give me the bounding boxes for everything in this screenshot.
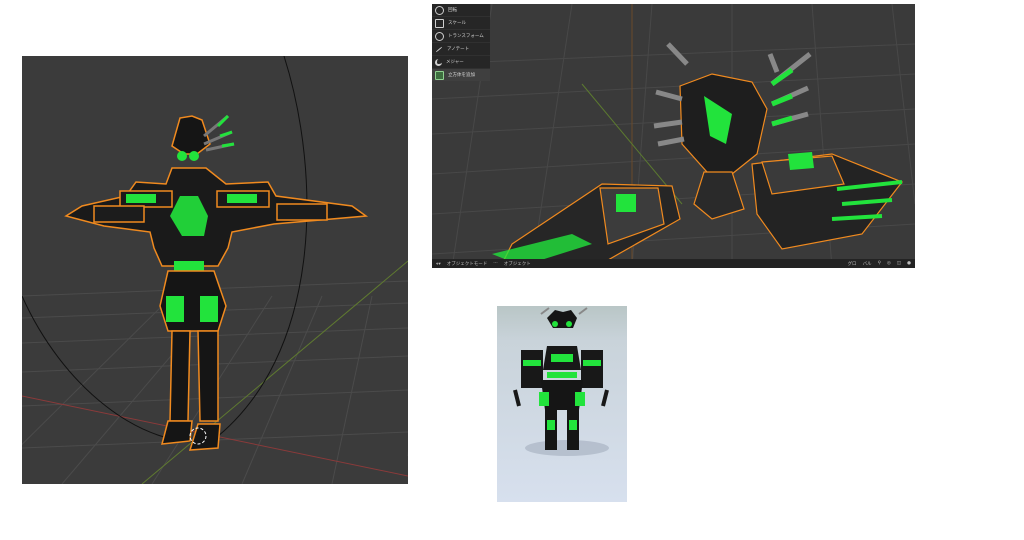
tool-palette: 回転 スケール トランスフォーム アノテート メジャー 立方体を追加	[432, 4, 490, 81]
tool-label: メジャー	[446, 60, 464, 65]
tool-scale[interactable]: スケール	[432, 16, 490, 29]
tool-rotate[interactable]: 回転	[432, 4, 490, 16]
pivot-selector[interactable]: グロ	[848, 261, 857, 267]
tool-label: アノテート	[447, 47, 470, 52]
view-menu[interactable]: ⋯	[493, 261, 498, 266]
shading-icon[interactable]: ●	[907, 261, 911, 266]
object-menu[interactable]: オブジェクト	[504, 261, 531, 267]
right-viewport-canvas	[432, 4, 915, 268]
robot-model-left[interactable]	[64, 114, 369, 451]
annotate-icon	[435, 46, 443, 52]
pivot-selector-short[interactable]: バル	[863, 261, 872, 267]
tool-annotate[interactable]: アノテート	[432, 42, 490, 55]
rotate-icon	[435, 5, 444, 15]
viewport-header-bar: ⌖▾ オブジェクトモード ⋯ オブジェクト グロ バル ⚲ ◎ ◫ ●	[432, 259, 915, 268]
tool-label: 回転	[448, 8, 457, 13]
render-preview-image	[497, 306, 627, 502]
measure-icon	[435, 58, 442, 66]
add-cube-icon	[435, 70, 444, 80]
tool-label: 立方体を追加	[448, 73, 475, 78]
tool-label: トランスフォーム	[448, 34, 484, 39]
proportional-edit-icon[interactable]: ◎	[887, 261, 891, 266]
tool-add-cube[interactable]: 立方体を追加	[432, 68, 490, 81]
left-viewport-canvas	[22, 56, 408, 484]
right-3d-viewport[interactable]: 回転 スケール トランスフォーム アノテート メジャー 立方体を追加 ⌖▾ オブ…	[432, 4, 915, 268]
transform-icon	[435, 31, 444, 41]
tool-measure[interactable]: メジャー	[432, 55, 490, 68]
tool-transform[interactable]: トランスフォーム	[432, 29, 490, 42]
mode-selector[interactable]: オブジェクトモード	[447, 261, 488, 267]
overlay-icon[interactable]: ◫	[897, 261, 901, 266]
editor-type-icon[interactable]: ⌖▾	[436, 261, 441, 267]
robot-closeup[interactable]	[492, 42, 903, 266]
snap-icon[interactable]: ⚲	[878, 261, 881, 266]
scale-icon	[435, 18, 444, 28]
robot-render	[513, 307, 609, 456]
left-3d-viewport[interactable]	[22, 56, 408, 484]
tool-label: スケール	[448, 21, 466, 26]
